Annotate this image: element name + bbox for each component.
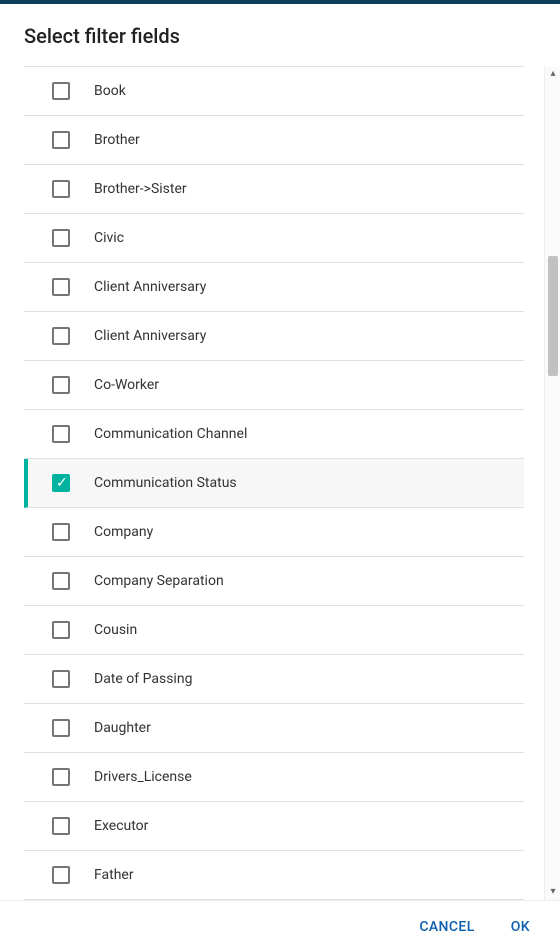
field-list-item[interactable]: ✓ Client Anniversary (24, 263, 524, 312)
field-list-item[interactable]: ✓ Company (24, 508, 524, 557)
field-list: ✓ Book ✓ Brother ✓ Brother->Sister ✓ Civic ✓ Clie… (24, 66, 524, 900)
checkbox[interactable]: ✓ (52, 376, 70, 394)
checkbox[interactable]: ✓ (52, 474, 70, 492)
checkbox[interactable]: ✓ (52, 768, 70, 786)
field-label: Executor (94, 818, 148, 834)
checkbox[interactable]: ✓ (52, 523, 70, 541)
field-list-item[interactable]: ✓ Cousin (24, 606, 524, 655)
field-label: Company (94, 524, 153, 540)
checkbox[interactable]: ✓ (52, 229, 70, 247)
field-list-item[interactable]: ✓ Brother->Sister (24, 165, 524, 214)
field-list-item[interactable]: ✓ Co-Worker (24, 361, 524, 410)
field-list-item[interactable]: ✓ Drivers_License (24, 753, 524, 802)
field-label: Father (94, 867, 134, 883)
checkbox[interactable]: ✓ (52, 425, 70, 443)
field-label: Date of Passing (94, 671, 192, 687)
field-label: Cousin (94, 622, 137, 638)
dialog-footer: CANCEL OK (0, 900, 560, 952)
checkbox[interactable]: ✓ (52, 621, 70, 639)
field-label: Company Separation (94, 573, 224, 589)
field-label: Brother (94, 132, 140, 148)
dialog-select-filter-fields: Select filter fields ✓ Book ✓ Brother ✓ Broth… (0, 0, 560, 952)
field-list-item[interactable]: ✓ Communication Channel (24, 410, 524, 459)
checkmark-icon: ✓ (56, 475, 68, 491)
field-list-item[interactable]: ✓ Date of Passing (24, 655, 524, 704)
field-list-item[interactable]: ✓ Client Anniversary (24, 312, 524, 361)
field-label: Co-Worker (94, 377, 159, 393)
checkbox[interactable]: ✓ (52, 278, 70, 296)
field-list-item[interactable]: ✓ Company Separation (24, 557, 524, 606)
dialog-title: Select filter fields (24, 24, 536, 48)
dialog-header: Select filter fields (0, 4, 560, 66)
field-label: Client Anniversary (94, 279, 206, 295)
checkbox[interactable]: ✓ (52, 82, 70, 100)
dialog-body: ✓ Book ✓ Brother ✓ Brother->Sister ✓ Civic ✓ Clie… (0, 66, 560, 900)
field-list-item[interactable]: ✓ Book (24, 67, 524, 116)
checkbox[interactable]: ✓ (52, 572, 70, 590)
field-label: Communication Status (94, 475, 237, 491)
checkbox[interactable]: ✓ (52, 866, 70, 884)
field-label: Brother->Sister (94, 181, 187, 197)
field-list-item[interactable]: ✓ Daughter (24, 704, 524, 753)
scrollbar-thumb[interactable] (548, 256, 558, 376)
field-label: Daughter (94, 720, 151, 736)
scroll-down-icon[interactable]: ▾ (545, 884, 560, 900)
checkbox[interactable]: ✓ (52, 180, 70, 198)
scrollbar[interactable]: ▴ ▾ (544, 66, 560, 900)
field-label: Civic (94, 230, 124, 246)
field-list-item[interactable]: ✓ Communication Status (24, 459, 524, 508)
field-list-item[interactable]: ✓ Father (24, 851, 524, 900)
field-label: Book (94, 83, 126, 99)
field-list-item[interactable]: ✓ Executor (24, 802, 524, 851)
scroll-up-icon[interactable]: ▴ (545, 66, 560, 82)
field-label: Client Anniversary (94, 328, 206, 344)
checkbox[interactable]: ✓ (52, 327, 70, 345)
field-list-item[interactable]: ✓ Civic (24, 214, 524, 263)
cancel-button[interactable]: CANCEL (405, 911, 488, 943)
field-label: Communication Channel (94, 426, 247, 442)
field-list-item[interactable]: ✓ Brother (24, 116, 524, 165)
field-label: Drivers_License (94, 769, 192, 785)
checkbox[interactable]: ✓ (52, 719, 70, 737)
checkbox[interactable]: ✓ (52, 670, 70, 688)
ok-button[interactable]: OK (497, 911, 544, 943)
checkbox[interactable]: ✓ (52, 817, 70, 835)
checkbox[interactable]: ✓ (52, 131, 70, 149)
